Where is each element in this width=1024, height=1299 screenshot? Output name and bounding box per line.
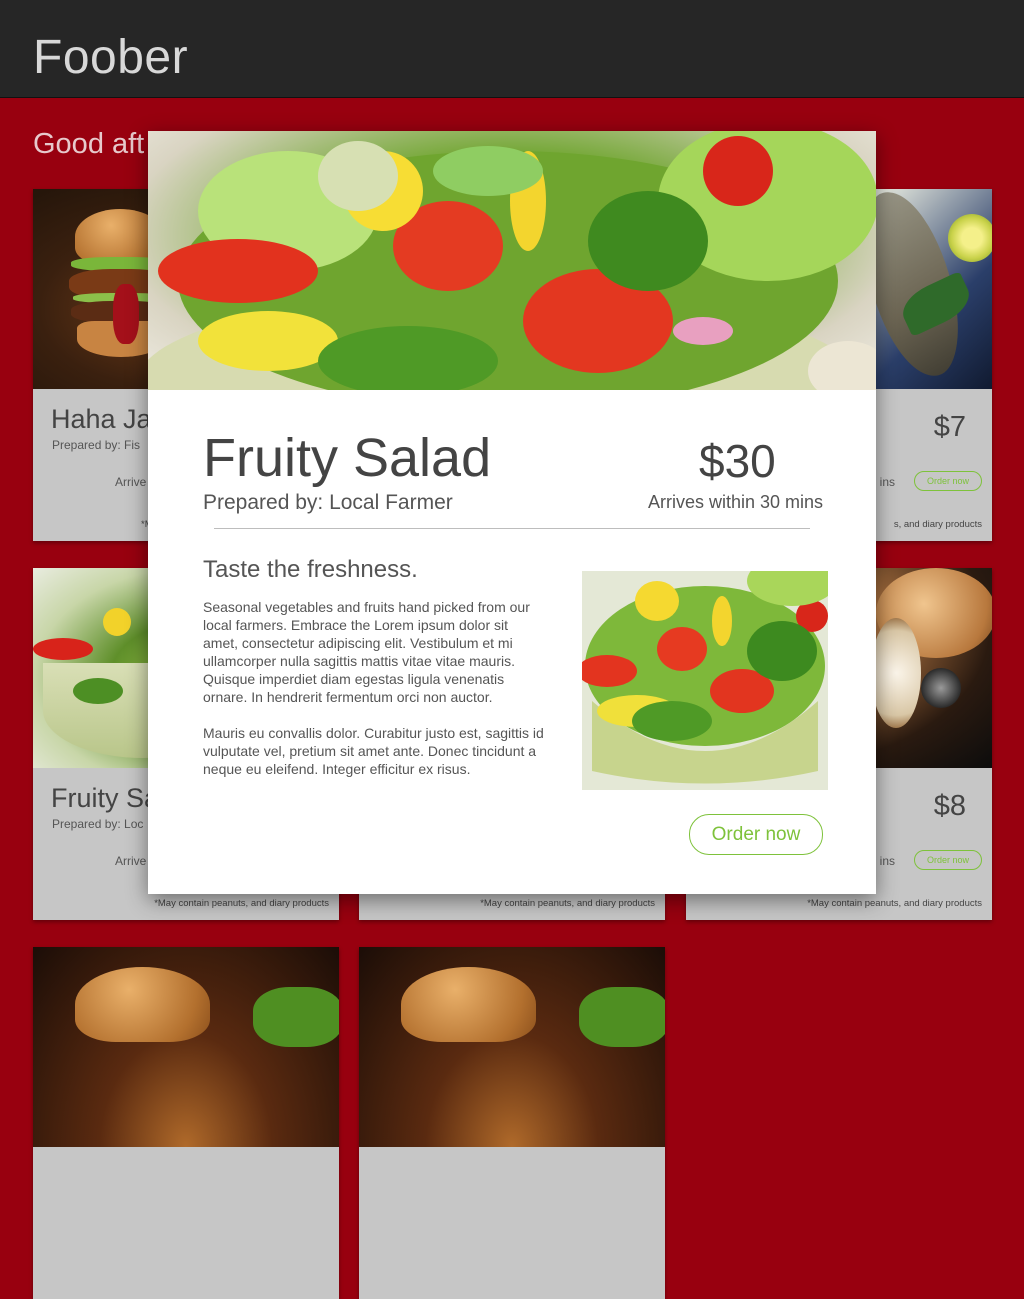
food-price: $8	[933, 790, 966, 822]
allergen-note: *May contain peanuts, and diary products	[807, 898, 982, 909]
food-detail-modal: Fruity Salad Prepared by: Local Farmer $…	[148, 131, 876, 894]
food-thumbnail	[582, 571, 828, 790]
arrival-time: Arrives within 30 mins	[648, 492, 824, 512]
order-now-button[interactable]: Order now	[914, 850, 982, 870]
food-card[interactable]	[33, 947, 339, 1299]
order-now-button[interactable]: Order now	[689, 814, 823, 855]
food-photo	[359, 947, 665, 1147]
order-now-button[interactable]: Order now	[914, 471, 982, 491]
allergen-note: *May contain peanuts, and diary products	[154, 898, 329, 909]
prepared-by: Prepared by: Local Farmer	[203, 491, 453, 514]
description-paragraph: Seasonal vegetables and fruits hand pick…	[203, 599, 530, 705]
food-name: Fruity Sa	[51, 783, 160, 813]
tagline: Taste the freshness.	[203, 556, 418, 583]
salad-illustration	[148, 131, 876, 390]
food-price: $30	[699, 435, 776, 487]
app-title: Foober	[33, 31, 189, 84]
food-photo	[33, 947, 339, 1147]
arrival-time: ins	[879, 854, 895, 868]
prepared-by: Prepared by: Fis	[52, 438, 141, 452]
app-bar: Foober	[0, 0, 1024, 98]
food-price: $7	[933, 411, 966, 443]
arrival-time: ins	[879, 475, 895, 489]
prepared-by: Prepared by: Loc	[52, 817, 144, 831]
allergen-note: *May contain peanuts, and diary products	[480, 898, 655, 909]
salad-thumbnail-illustration	[582, 571, 828, 790]
description: Seasonal vegetables and fruits hand pick…	[203, 598, 545, 796]
description-paragraph: Mauris eu convallis dolor. Curabitur jus…	[203, 725, 544, 777]
allergen-note: s, and diary products	[893, 519, 982, 530]
divider	[214, 528, 810, 529]
food-card[interactable]	[359, 947, 665, 1299]
arrival-time: Arrive	[115, 854, 147, 868]
greeting-text: Good aft	[33, 128, 145, 160]
arrival-time: Arrive	[115, 475, 147, 489]
food-name: Haha Ja	[51, 404, 152, 434]
food-title: Fruity Salad	[203, 428, 492, 488]
hero-image	[148, 131, 876, 390]
